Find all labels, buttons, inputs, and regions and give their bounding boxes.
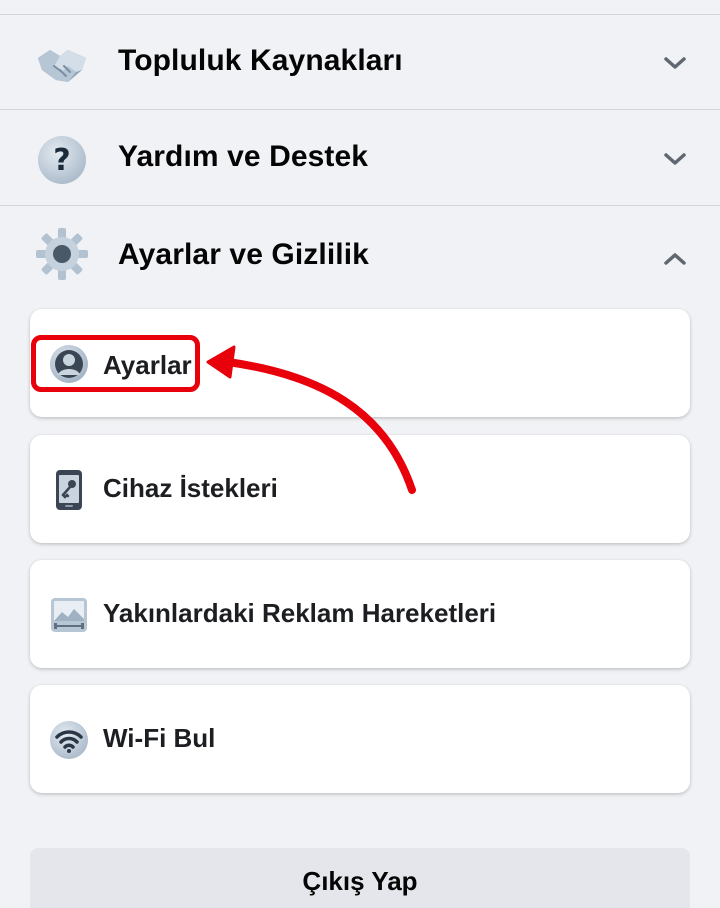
section-community-resources[interactable]: Topluluk Kaynakları	[0, 14, 720, 110]
section-label: Yardım ve Destek	[118, 140, 369, 173]
ad-activity-icon	[48, 594, 90, 636]
menu-item-label: Yakınlardaki Reklam Hareketleri	[103, 598, 497, 628]
handshake-icon	[34, 36, 90, 92]
menu-item-label: Ayarlar	[103, 350, 192, 380]
section-label: Ayarlar ve Gizlilik	[118, 238, 369, 271]
phone-key-icon	[48, 469, 90, 511]
question-icon: ?	[34, 132, 90, 188]
section-settings-privacy[interactable]: Ayarlar ve Gizlilik	[0, 206, 720, 296]
menu-item-label: Cihaz İstekleri	[103, 473, 278, 503]
logout-label: Çıkış Yap	[302, 866, 418, 896]
menu-item-label: Wi-Fi Bul	[103, 723, 216, 753]
user-icon	[48, 343, 90, 385]
menu-item-settings[interactable]: Ayarlar	[30, 309, 690, 417]
chevron-up-icon[interactable]	[660, 244, 690, 274]
section-label: Topluluk Kaynakları	[118, 44, 403, 77]
menu-item-nearby-ad-activity[interactable]: Yakınlardaki Reklam Hareketleri	[30, 560, 690, 668]
chevron-down-icon[interactable]	[660, 48, 690, 78]
svg-text:?: ?	[53, 143, 70, 178]
menu-item-device-requests[interactable]: Cihaz İstekleri	[30, 435, 690, 543]
logout-button[interactable]: Çıkış Yap	[30, 848, 690, 908]
wifi-icon	[48, 719, 90, 761]
gear-icon	[34, 226, 90, 282]
menu-page: Topluluk Kaynakları ? Yardım ve Destek A…	[0, 0, 720, 908]
menu-item-find-wifi[interactable]: Wi-Fi Bul	[30, 685, 690, 793]
chevron-down-icon[interactable]	[660, 144, 690, 174]
section-help-support[interactable]: ? Yardım ve Destek	[0, 110, 720, 206]
